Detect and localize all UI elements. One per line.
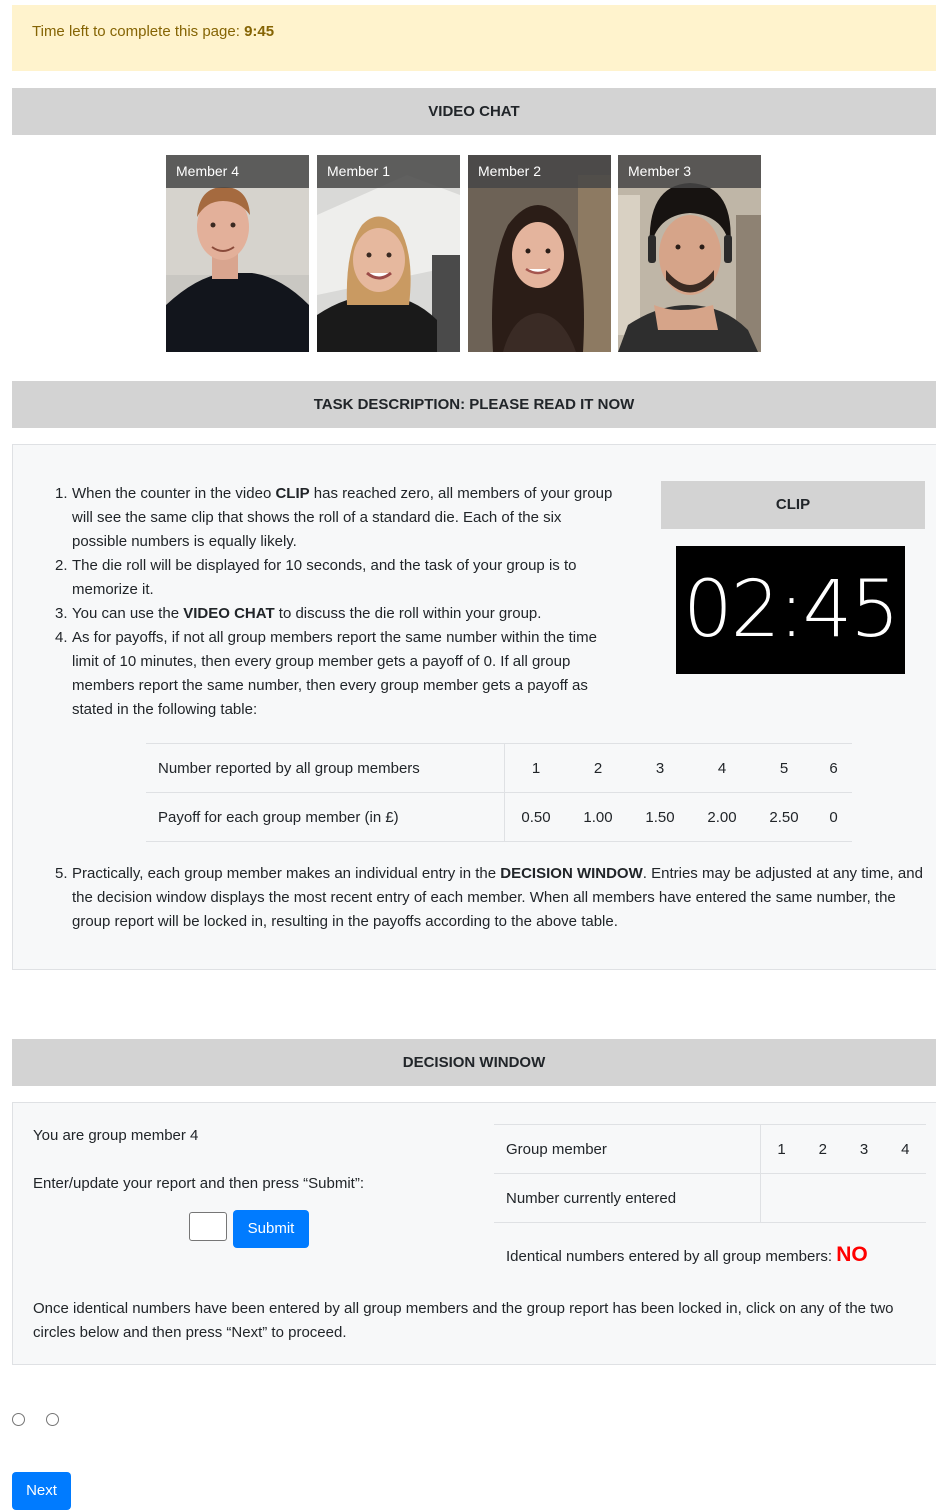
table-cell — [760, 1173, 803, 1223]
table-cell: 1.50 — [629, 792, 691, 842]
table-row-label: Payoff for each group member (in £) — [146, 792, 505, 842]
task-description-header: TASK DESCRIPTION: PLEASE READ IT NOW — [12, 381, 936, 428]
table-row-label: Number reported by all group members — [146, 743, 505, 793]
step-text: You can use the — [72, 605, 184, 622]
decision-window-header: DECISION WINDOW — [12, 1039, 936, 1086]
step-emphasis: CLIP — [275, 485, 310, 502]
video-tile-member-3: Member 3 — [618, 155, 761, 352]
task-description-card: 1. When the counter in the video CLIP has… — [12, 444, 936, 970]
table-cell — [843, 1173, 885, 1223]
task-step-2: 2. The die roll will be displayed for 10 … — [55, 554, 617, 602]
table-row: Number reported by all group members 1 2… — [146, 743, 852, 793]
next-button[interactable]: Next — [12, 1472, 71, 1510]
report-number-input[interactable] — [189, 1212, 227, 1241]
submit-button[interactable]: Submit — [233, 1210, 309, 1248]
step-text: As for payoffs, if not all group members… — [72, 629, 597, 718]
identical-status: Identical numbers entered by all group m… — [506, 1243, 868, 1269]
time-left-value: 9:45 — [244, 23, 275, 40]
table-row: Group member 1 2 3 4 — [494, 1124, 926, 1174]
step-emphasis: VIDEO CHAT — [183, 605, 275, 622]
video-tile-label: Member 3 — [618, 155, 761, 188]
task-steps-list-continued: 5. Practically, each group member makes a… — [55, 862, 930, 934]
step-text: The die roll will be displayed for 10 se… — [72, 557, 577, 598]
table-cell: 0.50 — [504, 792, 567, 842]
step-emphasis: DECISION WINDOW — [500, 865, 643, 882]
clip-countdown: 02:45 — [676, 546, 905, 674]
decision-window-card: You are group member 4 Enter/update your… — [12, 1102, 936, 1365]
payoff-table: Number reported by all group members 1 2… — [146, 743, 852, 842]
table-cell: 5 — [753, 743, 815, 793]
group-entries-table: Group member 1 2 3 4 Number currently en… — [494, 1124, 926, 1223]
task-step-4: 4. As for payoffs, if not all group membe… — [55, 626, 617, 722]
table-cell: 1 — [504, 743, 567, 793]
step-number: 4. — [55, 629, 68, 646]
step-number: 3. — [55, 605, 68, 622]
step-number: 5. — [55, 865, 68, 882]
step-text: When the counter in the video — [72, 485, 276, 502]
step-text: Practically, each group member makes an … — [72, 865, 501, 882]
proceed-radio-2[interactable] — [46, 1413, 59, 1426]
video-tile-label: Member 2 — [468, 155, 611, 188]
table-cell: 2.50 — [753, 792, 815, 842]
step-number: 1. — [55, 485, 68, 502]
task-step-5: 5. Practically, each group member makes a… — [55, 862, 930, 934]
video-tile-member-4: Member 4 — [166, 155, 309, 352]
video-tile-label: Member 1 — [317, 155, 460, 188]
table-row-label: Group member — [494, 1124, 761, 1174]
video-tile-label: Member 4 — [166, 155, 309, 188]
table-row: Number currently entered — [494, 1173, 926, 1223]
task-steps-list: 1. When the counter in the video CLIP has… — [55, 482, 617, 722]
identical-status-label: Identical numbers entered by all group m… — [506, 1248, 833, 1265]
video-chat-header: VIDEO CHAT — [12, 88, 936, 135]
table-cell: 6 — [815, 743, 852, 793]
table-cell: 2 — [567, 743, 629, 793]
proceed-radio-1[interactable] — [12, 1413, 25, 1426]
table-cell — [802, 1173, 844, 1223]
table-cell: 4 — [691, 743, 753, 793]
group-member-info: You are group member 4 — [33, 1127, 199, 1144]
table-row: Payoff for each group member (in £) 0.50… — [146, 792, 852, 842]
proceed-instruction: Once identical numbers have been entered… — [33, 1300, 894, 1341]
table-cell: 3 — [843, 1124, 885, 1174]
step-number: 2. — [55, 557, 68, 574]
table-cell — [884, 1173, 926, 1223]
task-step-1: 1. When the counter in the video CLIP has… — [55, 482, 617, 554]
task-step-3: 3. You can use the VIDEO CHAT to discuss … — [55, 602, 617, 626]
table-cell: 3 — [629, 743, 691, 793]
step-text: to discuss the die roll within your grou… — [274, 605, 542, 622]
identical-status-value: NO — [836, 1243, 868, 1266]
table-cell: 1 — [760, 1124, 803, 1174]
table-cell: 4 — [884, 1124, 926, 1174]
table-cell: 2.00 — [691, 792, 753, 842]
video-tile-member-1: Member 1 — [317, 155, 460, 352]
clip-header: CLIP — [661, 481, 925, 529]
time-left-banner: Time left to complete this page: 9:45 — [12, 5, 936, 71]
table-cell: 2 — [802, 1124, 844, 1174]
video-tile-member-2: Member 2 — [468, 155, 611, 352]
table-row-label: Number currently entered — [494, 1173, 761, 1223]
time-left-label: Time left to complete this page: — [32, 23, 240, 40]
report-instruction: Enter/update your report and then press … — [33, 1175, 365, 1192]
table-cell: 0 — [815, 792, 852, 842]
table-cell: 1.00 — [567, 792, 629, 842]
